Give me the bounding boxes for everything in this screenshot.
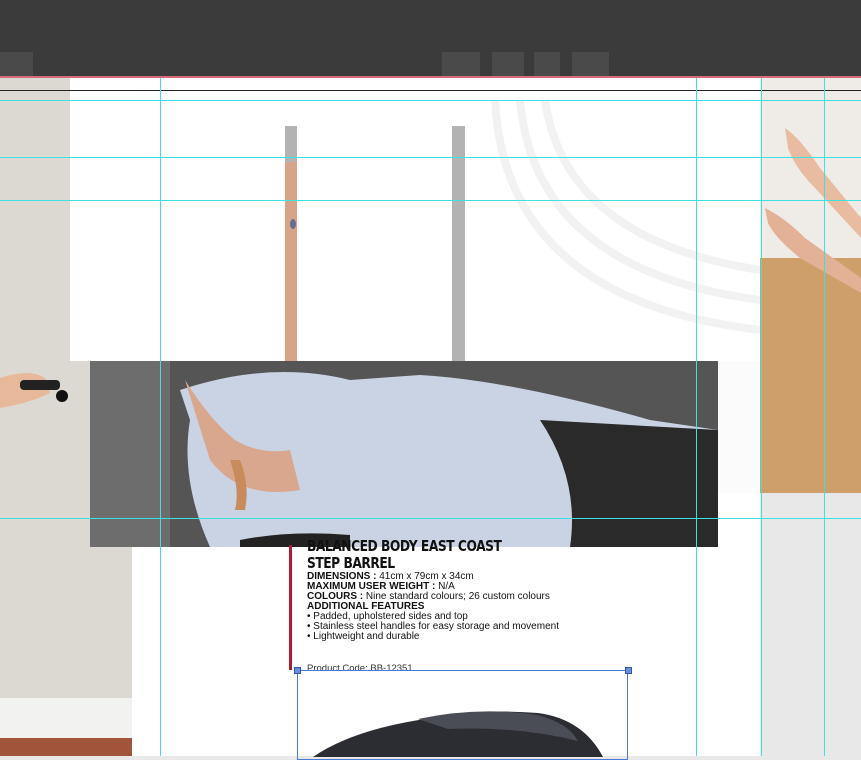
pasteboard-image-right[interactable] — [760, 78, 861, 493]
guide-horizontal[interactable] — [0, 157, 861, 158]
face-image-slice — [285, 126, 297, 361]
pilates-legs-image — [760, 78, 861, 493]
image-frame-1[interactable] — [70, 100, 285, 361]
document-tab[interactable] — [534, 52, 560, 78]
step-barrel-image — [313, 711, 603, 757]
product-text-frame[interactable]: BALANCED BODY EAST COAST STEP BARREL DIM… — [307, 538, 607, 642]
resize-handle[interactable] — [625, 667, 632, 674]
product-title-line1: BALANCED BODY EAST COAST — [307, 537, 502, 555]
guide-vertical[interactable] — [696, 78, 697, 756]
image-frame-2-strip[interactable] — [285, 126, 297, 361]
margin-line — [0, 90, 861, 91]
selected-image-frame[interactable] — [297, 670, 628, 760]
text-thread-indicator — [289, 545, 292, 670]
guide-horizontal[interactable] — [0, 518, 861, 519]
document-tab[interactable] — [492, 52, 524, 78]
feature-item: • Lightweight and durable — [307, 631, 420, 642]
image-frame-5[interactable] — [465, 99, 761, 361]
guide-vertical[interactable] — [824, 78, 825, 756]
guide-vertical[interactable] — [160, 78, 161, 756]
app-toolbar — [0, 0, 861, 78]
guide-horizontal[interactable] — [0, 100, 861, 101]
image-frame-4-strip[interactable] — [452, 126, 465, 361]
document-tab[interactable] — [572, 52, 609, 78]
image-frame-top[interactable] — [70, 78, 760, 100]
product-title-line2: STEP BARREL — [307, 554, 395, 572]
watermark-continue — [718, 361, 760, 493]
image-frame-3[interactable] — [297, 100, 452, 361]
resize-handle[interactable] — [294, 667, 301, 674]
guide-vertical[interactable] — [761, 78, 762, 756]
document-tab[interactable] — [0, 52, 33, 78]
guide-horizontal[interactable] — [0, 200, 861, 201]
document-tab[interactable] — [442, 52, 480, 78]
watermark-arcs — [491, 99, 761, 334]
